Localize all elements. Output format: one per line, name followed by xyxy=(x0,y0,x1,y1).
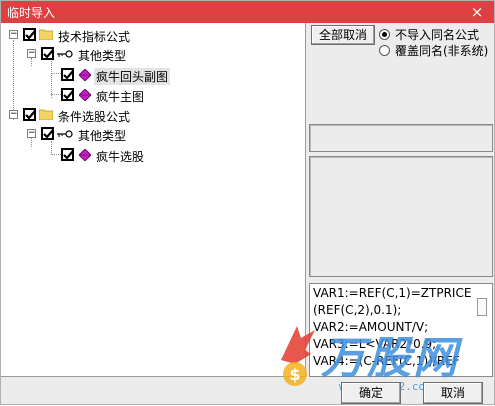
window-title: 临时导入 xyxy=(7,6,56,20)
tree-node-label: 其他类型 xyxy=(78,49,127,63)
info-field xyxy=(309,124,493,152)
collapse-toggle[interactable]: − xyxy=(27,49,36,58)
key-icon xyxy=(57,130,73,138)
description-box xyxy=(309,156,493,277)
title-bar[interactable]: 临时导入 × xyxy=(1,1,494,23)
tree-node-selection-other[interactable]: − 其他类型 xyxy=(1,125,301,143)
tree-node-label: 疯牛回头副图 xyxy=(94,68,171,85)
folder-icon xyxy=(39,29,53,40)
code-line: VAR4:=(C-REF(C,1))/REF xyxy=(313,354,460,368)
cancel-button[interactable]: 取消 xyxy=(423,382,483,404)
checkbox[interactable] xyxy=(61,68,74,81)
formula-code-preview[interactable]: VAR1:=REF(C,1)=ZTPRICE (REF(C,2),0.1); V… xyxy=(309,283,493,377)
tree-node-indicator-item[interactable]: 疯牛主图 xyxy=(1,86,301,104)
close-icon[interactable]: × xyxy=(464,3,490,21)
checkbox[interactable] xyxy=(61,148,74,161)
scrollbar-thumb[interactable] xyxy=(477,298,487,316)
radio-no-import[interactable] xyxy=(379,29,390,40)
tree-node-indicator[interactable]: − 技术指标公式 xyxy=(1,26,301,44)
tree-node-label: 技术指标公式 xyxy=(58,30,131,44)
checkbox[interactable] xyxy=(23,108,36,121)
checkbox[interactable] xyxy=(41,127,54,140)
tree-node-label: 疯牛选股 xyxy=(96,150,145,164)
radio-overwrite[interactable] xyxy=(379,45,390,56)
tree-node-selection[interactable]: − 条件选股公式 xyxy=(1,106,301,124)
options-panel: 全部取消 不导入同名公式 覆盖同名(非系统) VAR1:=REF(C,1)=ZT… xyxy=(307,23,495,377)
checkbox[interactable] xyxy=(61,88,74,101)
formula-gem-icon xyxy=(79,149,91,161)
tree-node-indicator-item[interactable]: 疯牛回头副图 xyxy=(1,66,301,85)
ok-button[interactable]: 确定 xyxy=(341,382,401,404)
checkbox[interactable] xyxy=(41,47,54,60)
tree-node-label: 条件选股公式 xyxy=(58,110,131,124)
collapse-toggle[interactable]: − xyxy=(9,110,18,119)
code-line: VAR2:=AMOUNT/V; xyxy=(313,320,429,334)
cancel-all-button[interactable]: 全部取消 xyxy=(311,25,375,45)
radio-overwrite-label[interactable]: 覆盖同名(非系统) xyxy=(395,42,488,59)
radio-no-import-label[interactable]: 不导入同名公式 xyxy=(395,26,479,43)
tree-node-selection-item[interactable]: 疯牛选股 xyxy=(1,146,301,164)
formula-gem-icon xyxy=(79,89,91,101)
key-icon xyxy=(57,50,73,58)
formula-tree[interactable]: − 技术指标公式 − 其他类型 疯牛回头副图 疯牛主图 − 条件选股公式 − 其… xyxy=(1,23,306,377)
tree-node-indicator-other[interactable]: − 其他类型 xyxy=(1,45,301,63)
tree-node-label: 疯牛主图 xyxy=(96,90,145,104)
tree-node-label: 其他类型 xyxy=(78,129,127,143)
formula-gem-icon xyxy=(79,69,91,81)
collapse-toggle[interactable]: − xyxy=(27,129,36,138)
checkbox[interactable] xyxy=(23,28,36,41)
code-line: VAR3:=L<VAR2*0.9; xyxy=(313,337,437,351)
code-line: (REF(C,2),0.1); xyxy=(313,303,402,317)
folder-icon xyxy=(39,109,53,120)
import-dialog: 临时导入 × − 技术指标公式 − 其他类型 疯牛回头副图 疯牛主图 − 条件选… xyxy=(0,0,495,405)
code-line: VAR1:=REF(C,1)=ZTPRICE xyxy=(313,286,472,300)
collapse-toggle[interactable]: − xyxy=(9,30,18,39)
